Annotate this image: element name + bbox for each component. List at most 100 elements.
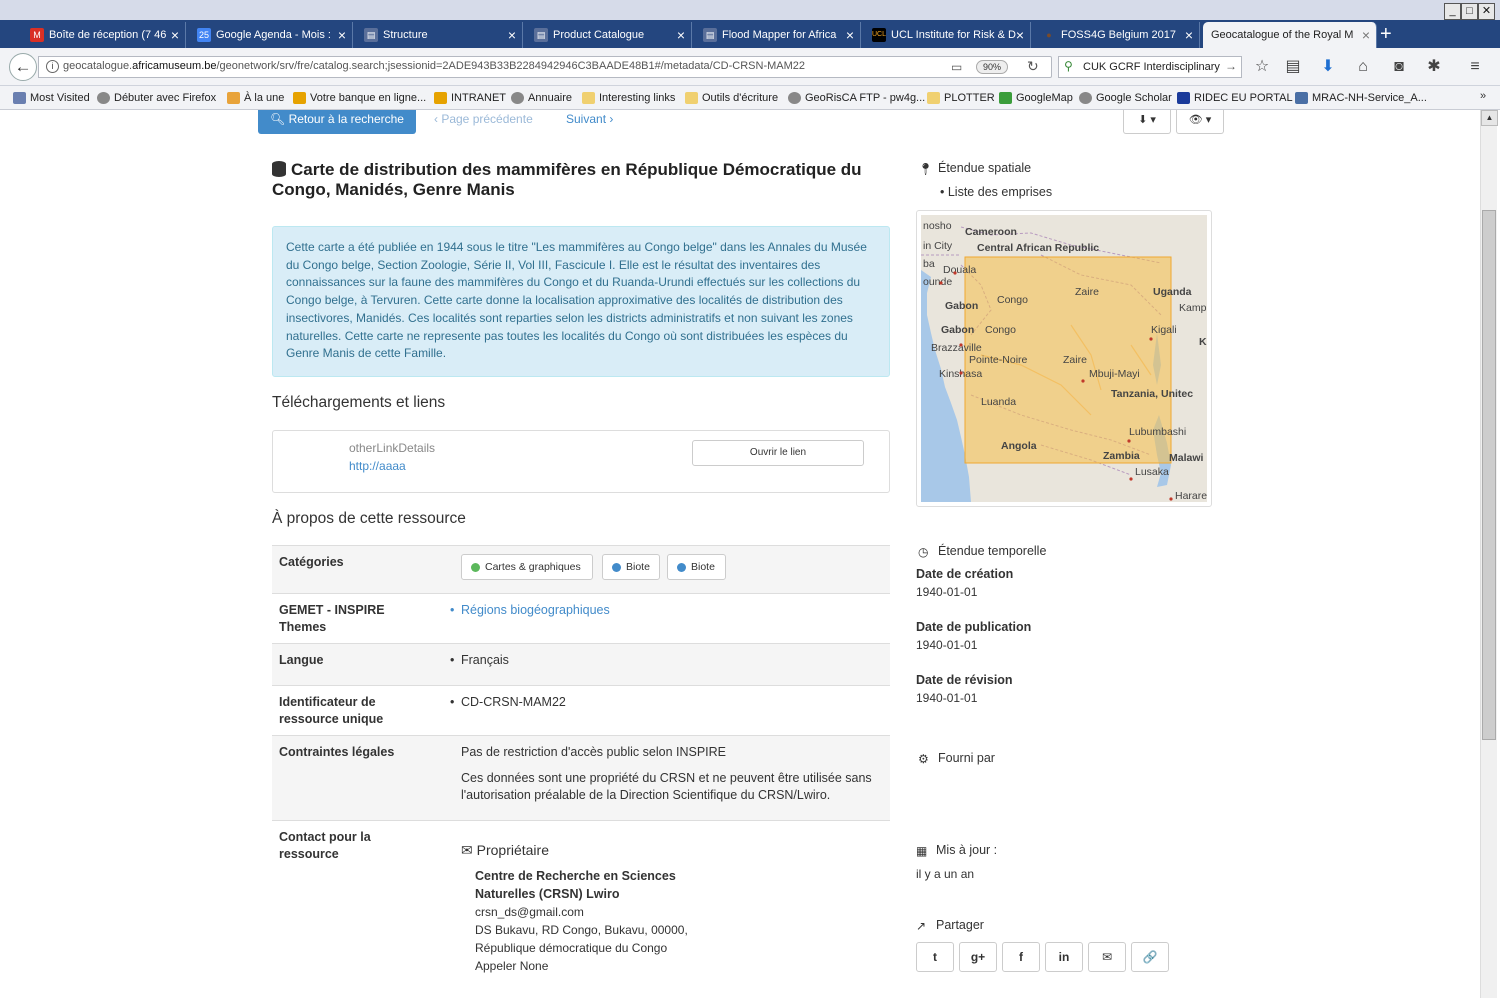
tag-biote[interactable]: Biote <box>667 554 726 580</box>
tab-google-agenda[interactable]: 25 Google Agenda - Mois : × <box>189 22 353 48</box>
back-to-search-button[interactable]: 🔍︎ Retour à la recherche <box>258 110 416 134</box>
next-page-link[interactable]: Suivant › <box>566 112 613 126</box>
bookmark-votre-banque[interactable]: Votre banque en ligne... <box>293 90 426 106</box>
map-canvas[interactable]: nosho Cameroon Central African Republic … <box>921 215 1207 502</box>
tag-biote[interactable]: Biote <box>602 554 660 580</box>
spatial-extent-map[interactable]: nosho Cameroon Central African Republic … <box>916 210 1212 507</box>
search-go-icon[interactable]: → <box>1225 59 1237 73</box>
extension-icon[interactable]: ✱ <box>1423 57 1445 77</box>
bookmark-interesting-links[interactable]: Interesting links <box>582 90 675 106</box>
tab-label: Geocatalogue of the Royal M <box>1211 29 1354 41</box>
bookmark-googlemap[interactable]: GoogleMap <box>999 90 1073 106</box>
gemet-row: GEMET - INSPIRE Themes Régions biogéogra… <box>272 593 890 643</box>
bookmark-outils-ecriture[interactable]: Outils d'écriture <box>685 90 778 106</box>
bookmarks-overflow-button[interactable]: » <box>1480 90 1486 102</box>
close-window-button[interactable]: ✕ <box>1478 3 1495 20</box>
close-icon[interactable]: × <box>1016 22 1024 48</box>
contact-call-link[interactable]: Appeler None <box>475 959 548 973</box>
tab-product-catalogue[interactable]: ▤ Product Catalogue × <box>526 22 692 48</box>
close-icon[interactable]: × <box>171 22 179 48</box>
linkedin-share-button[interactable]: in <box>1045 942 1083 972</box>
bookmark-plotter[interactable]: PLOTTER <box>927 90 995 106</box>
contact-email-link[interactable]: crsn_ds@gmail.com <box>475 905 584 919</box>
foss4g-icon: ● <box>1046 30 1052 40</box>
link-url[interactable]: http://aaaa <box>349 459 406 473</box>
bookmark-most-visited[interactable]: Most Visited <box>13 90 90 106</box>
facebook-share-button[interactable]: f <box>1002 942 1040 972</box>
address-bar[interactable]: i geocatalogue.africamuseum.be/geonetwor… <box>38 56 1052 78</box>
svg-text:ounde: ounde <box>923 276 952 288</box>
tag-cartes-graphiques[interactable]: Cartes & graphiques <box>461 554 593 580</box>
contact-role: ✉ Propriétaire <box>461 842 549 858</box>
gemet-theme-link[interactable]: Régions biogéographiques <box>450 602 610 620</box>
share-heading: ↗ Partager <box>916 918 984 933</box>
view-dropdown-button[interactable]: 👁 ▾ <box>1176 110 1224 134</box>
previous-page-link[interactable]: ‹ Page précédente <box>434 112 533 126</box>
close-icon[interactable]: × <box>677 22 685 48</box>
library-icon[interactable]: ▤ <box>1282 57 1304 77</box>
url-text[interactable]: geocatalogue.africamuseum.be/geonetwork/… <box>63 60 805 72</box>
scroll-up-arrow-icon[interactable]: ▲ <box>1481 110 1498 126</box>
back-arrow-icon[interactable]: ← <box>9 53 37 81</box>
tab-geocatalogue[interactable]: Geocatalogue of the Royal M × <box>1203 22 1377 48</box>
svg-text:Uganda: Uganda <box>1153 286 1192 298</box>
bookmark-debuter-firefox[interactable]: Débuter avec Firefox <box>97 90 216 106</box>
scrollbar-thumb[interactable] <box>1482 210 1496 740</box>
tab-label: Structure <box>383 29 428 41</box>
email-share-button[interactable]: ✉ <box>1088 942 1126 972</box>
tab-gmail[interactable]: M Boîte de réception (7 46 × <box>22 22 186 48</box>
contact-label: Contact pour la ressource <box>279 830 371 861</box>
bookmark-annuaire[interactable]: Annuaire <box>511 90 572 106</box>
menu-icon[interactable]: ≡ <box>1464 57 1486 77</box>
identifier-label: Identificateur de ressource unique <box>279 695 384 726</box>
close-icon[interactable]: × <box>1362 22 1370 48</box>
grid-icon <box>1295 92 1308 104</box>
bookmark-google-scholar[interactable]: Google Scholar <box>1079 90 1172 106</box>
new-tab-button[interactable]: + <box>1380 20 1400 48</box>
globe-icon <box>97 92 110 104</box>
maximize-button[interactable]: □ <box>1461 3 1478 20</box>
globe-icon <box>471 563 480 572</box>
tab-ucl-institute[interactable]: UCL UCL Institute for Risk & D × <box>864 22 1031 48</box>
tab-label: Boîte de réception (7 46 <box>49 29 167 41</box>
search-input[interactable]: CUK GCRF Interdisciplinary Re <box>1083 61 1221 73</box>
close-icon[interactable]: × <box>1185 22 1193 48</box>
extents-list-item: • Liste des emprises <box>940 185 1053 199</box>
bookmark-a-la-une[interactable]: À la une <box>227 90 284 106</box>
download-dropdown-button[interactable]: ⬇ ▾ <box>1123 110 1171 134</box>
copy-link-share-button[interactable]: 🔗 <box>1131 942 1169 972</box>
downloads-icon[interactable]: ⬇ <box>1317 57 1339 77</box>
downloads-heading: Téléchargements et liens <box>272 394 446 411</box>
open-link-button[interactable]: Ouvrir le lien <box>692 440 864 466</box>
info-icon[interactable]: i <box>46 60 59 73</box>
reload-icon[interactable]: ↻ <box>1027 58 1039 75</box>
page-title: Carte de distribution des mammifères en … <box>272 160 862 199</box>
zoom-indicator[interactable]: 90% <box>976 60 1008 74</box>
intranet-icon <box>434 92 447 104</box>
tab-foss4g[interactable]: ● FOSS4G Belgium 2017 × <box>1034 22 1200 48</box>
reader-view-icon[interactable]: ▭ <box>951 60 962 74</box>
home-icon[interactable]: ⌂ <box>1352 57 1374 77</box>
facebook-icon: f <box>1019 950 1023 964</box>
bookmark-georisca-ftp[interactable]: GeoRisCA FTP - pw4g... <box>788 90 925 106</box>
spatial-extent-heading: 📍︎ Étendue spatiale <box>918 161 1032 176</box>
bookmark-star-icon[interactable]: ☆ <box>1251 57 1273 77</box>
close-icon[interactable]: × <box>338 22 346 48</box>
bookmark-intranet[interactable]: INTRANET <box>434 90 506 106</box>
bookmark-ridec-eu-portal[interactable]: RIDEC EU PORTAL <box>1177 90 1293 106</box>
bookmark-mrac-nh-service[interactable]: MRAC-NH-Service_A... <box>1295 90 1427 106</box>
close-icon[interactable]: × <box>508 22 516 48</box>
linkedin-icon: in <box>1058 950 1070 964</box>
pocket-icon[interactable]: ◙ <box>1388 57 1410 77</box>
minimize-button[interactable]: _ <box>1444 3 1461 20</box>
google-plus-share-button[interactable]: g+ <box>959 942 997 972</box>
twitter-share-button[interactable]: t <box>916 942 954 972</box>
tab-flood-mapper[interactable]: ▤ Flood Mapper for Africa × <box>695 22 861 48</box>
link-details-label: otherLinkDetails <box>349 441 436 455</box>
search-bar[interactable]: ⚲ CUK GCRF Interdisciplinary Re → <box>1058 56 1242 78</box>
tab-structure[interactable]: ▤ Structure × <box>356 22 523 48</box>
close-icon[interactable]: × <box>846 22 854 48</box>
bookmark-icon <box>13 92 26 104</box>
page-scrollbar[interactable]: ▲ <box>1480 110 1498 998</box>
language-row: Langue Français <box>272 643 890 685</box>
